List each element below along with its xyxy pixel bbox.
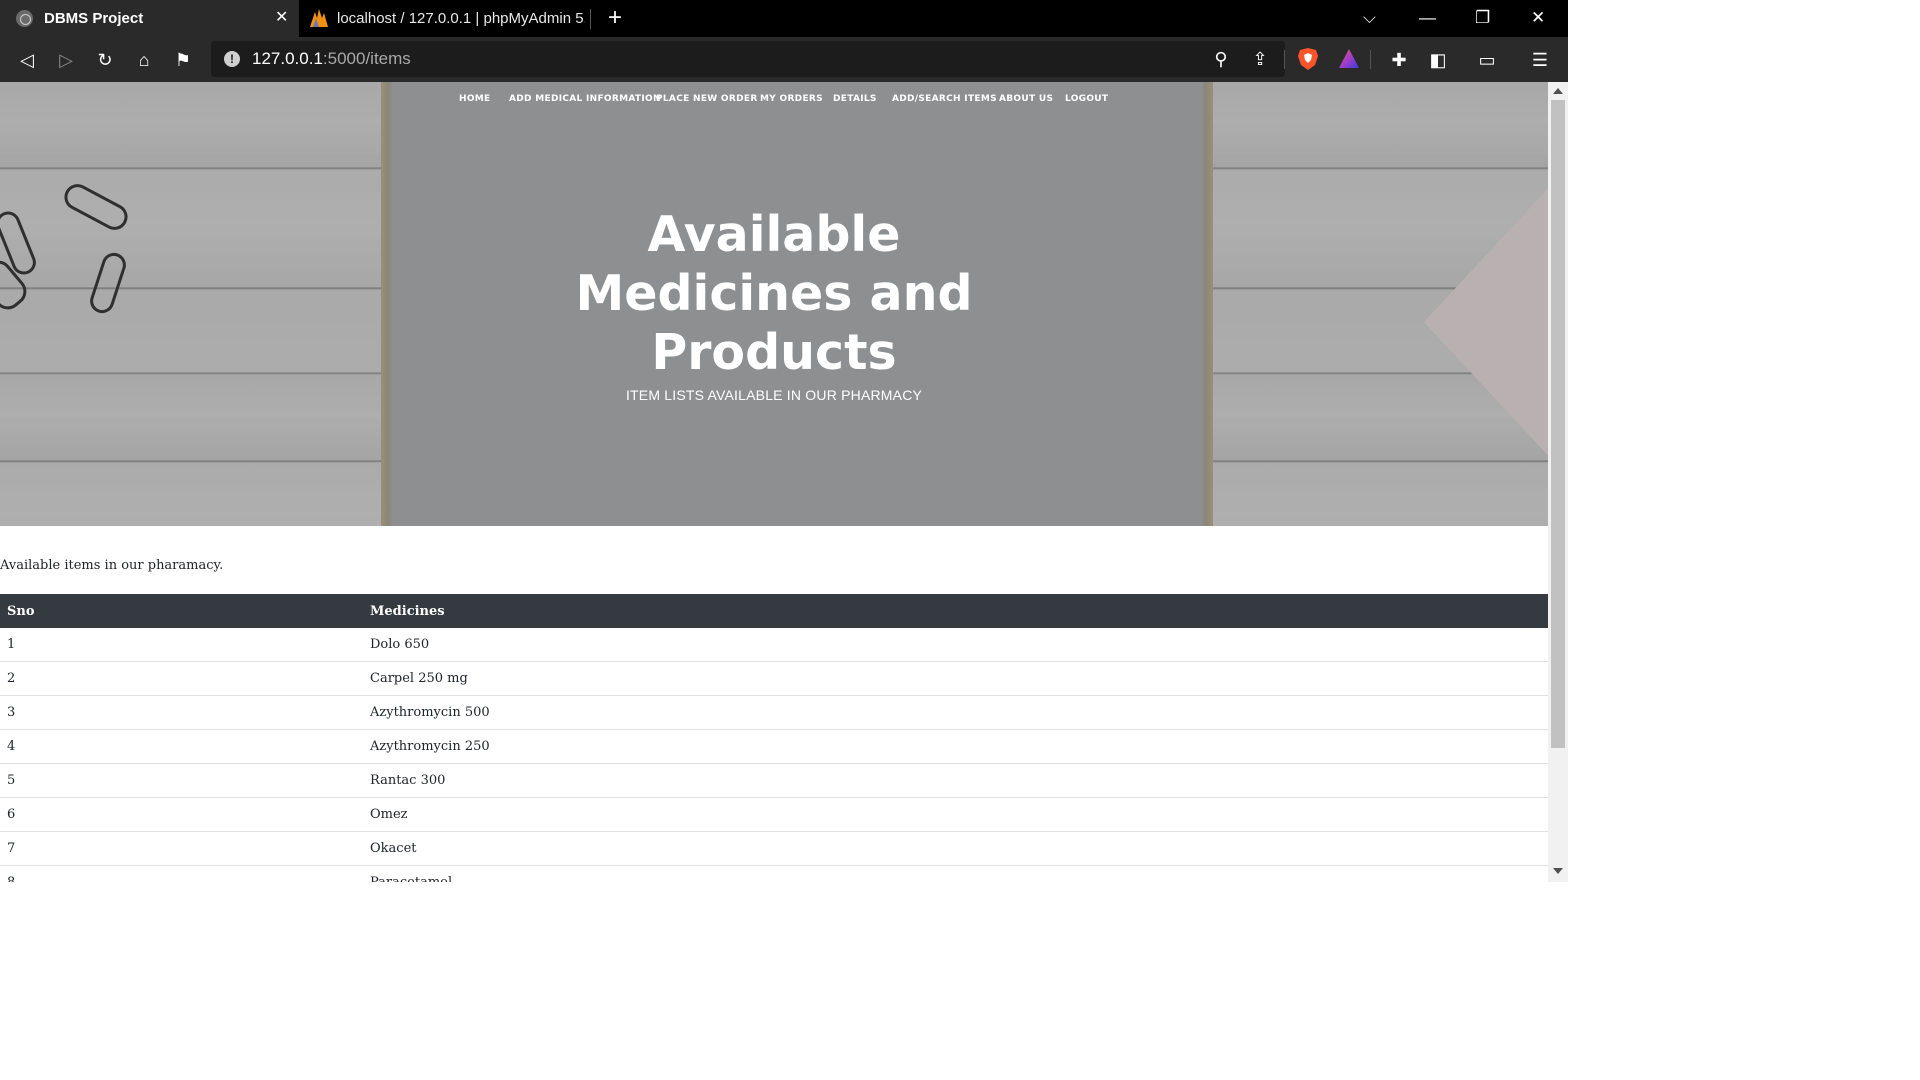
- tab-dbms-project[interactable]: DBMS Project ✕: [0, 0, 299, 37]
- table-row: 1 Dolo 650: [0, 628, 1548, 662]
- home-icon[interactable]: ⌂: [133, 49, 155, 71]
- url-text[interactable]: 127.0.0.1:5000/items: [252, 49, 411, 69]
- cell-medicine: Dolo 650: [370, 637, 430, 652]
- nav-my-orders[interactable]: MY ORDERS: [760, 94, 823, 104]
- phpmyadmin-icon: [310, 9, 328, 27]
- minimize-button[interactable]: —: [1419, 6, 1436, 30]
- close-window-button[interactable]: ✕: [1531, 6, 1545, 30]
- globe-icon: [16, 10, 33, 27]
- zoom-icon[interactable]: ⚲: [1210, 48, 1232, 70]
- column-header-medicines: Medicines: [370, 604, 445, 619]
- table-row: 8 Paracetamol: [0, 866, 1548, 882]
- column-header-sno: Sno: [7, 604, 35, 619]
- brave-rewards-icon[interactable]: [1338, 48, 1360, 70]
- wallet-icon[interactable]: ▭: [1476, 49, 1498, 71]
- nav-details[interactable]: DETAILS: [833, 94, 877, 104]
- address-bar[interactable]: ! 127.0.0.1:5000/items ⚲ ⇪: [211, 41, 1285, 77]
- share-icon[interactable]: ⇪: [1249, 48, 1271, 70]
- close-tab-icon[interactable]: ✕: [275, 10, 288, 26]
- brave-shields-icon[interactable]: [1297, 47, 1319, 71]
- page-subtitle: ITEM LISTS AVAILABLE IN OUR PHARMACY: [625, 387, 923, 403]
- page-viewport: HOME ADD MEDICAL INFORMATION PLACE NEW O…: [0, 82, 1548, 882]
- table-row: 2 Carpel 250 mg: [0, 662, 1548, 696]
- tab-title: localhost / 127.0.0.1 | phpMyAdmin 5.: [337, 10, 585, 27]
- nav-home[interactable]: HOME: [459, 94, 491, 104]
- cell-sno: 2: [7, 671, 16, 686]
- cell-medicine: Azythromycin 250: [370, 739, 490, 754]
- cell-medicine: Carpel 250 mg: [370, 671, 468, 686]
- cell-sno: 4: [7, 739, 16, 754]
- table-header: Sno Medicines: [0, 594, 1548, 628]
- forward-icon[interactable]: ▷: [55, 49, 77, 71]
- sidebar-icon[interactable]: ◧: [1427, 49, 1449, 71]
- cell-medicine: Paracetamol: [370, 875, 452, 882]
- tab-phpmyadmin[interactable]: localhost / 127.0.0.1 | phpMyAdmin 5.: [299, 0, 591, 37]
- tab-title: DBMS Project: [44, 10, 144, 27]
- pink-paper-shape: [1424, 182, 1548, 462]
- main-nav: HOME ADD MEDICAL INFORMATION PLACE NEW O…: [393, 94, 1201, 106]
- new-tab-button[interactable]: +: [608, 5, 622, 31]
- cell-medicine: Azythromycin 500: [370, 705, 490, 720]
- browser-tab-bar: DBMS Project ✕ localhost / 127.0.0.1 | p…: [0, 0, 1568, 37]
- table-row: 3 Azythromycin 500: [0, 696, 1548, 730]
- toolbar-divider: [1370, 50, 1371, 69]
- nav-add-medical-information[interactable]: ADD MEDICAL INFORMATION: [509, 94, 661, 104]
- browser-toolbar: ◁ ▷ ↻ ⌂ ⚑ ! 127.0.0.1:5000/items ⚲ ⇪ ✚ ◧…: [0, 37, 1568, 82]
- table-row: 5 Rantac 300: [0, 764, 1548, 798]
- cell-sno: 5: [7, 773, 16, 788]
- nav-about-us[interactable]: ABOUT US: [999, 94, 1053, 104]
- cell-sno: 1: [7, 637, 16, 652]
- reload-icon[interactable]: ↻: [94, 49, 116, 71]
- nav-logout[interactable]: LOGOUT: [1065, 94, 1108, 104]
- table-row: 4 Azythromycin 250: [0, 730, 1548, 764]
- cell-sno: 3: [7, 705, 16, 720]
- nav-place-new-order[interactable]: PLACE NEW ORDER: [656, 94, 758, 104]
- page-scrollbar[interactable]: [1548, 82, 1568, 882]
- hero-banner: HOME ADD MEDICAL INFORMATION PLACE NEW O…: [0, 82, 1548, 526]
- tab-search-chevron-icon[interactable]: ⌵: [1363, 6, 1376, 30]
- cell-medicine: Omez: [370, 807, 408, 822]
- bookmark-icon[interactable]: ⚑: [172, 49, 194, 71]
- scroll-down-icon[interactable]: [1553, 868, 1563, 874]
- site-info-icon[interactable]: !: [224, 51, 240, 67]
- cell-sno: 6: [7, 807, 16, 822]
- back-icon[interactable]: ◁: [16, 49, 38, 71]
- scroll-up-icon[interactable]: [1553, 88, 1563, 94]
- paper-edge: [1201, 82, 1213, 526]
- table-row: 7 Okacet: [0, 832, 1548, 866]
- extensions-icon[interactable]: ✚: [1388, 49, 1410, 71]
- toolbar-divider: [1284, 50, 1285, 69]
- cell-medicine: Okacet: [370, 841, 417, 856]
- cell-sno: 8: [7, 875, 15, 882]
- cell-sno: 7: [7, 841, 16, 856]
- intro-text: Available items in our pharamacy.: [0, 558, 224, 573]
- paper-edge: [381, 82, 393, 526]
- page-title: Available Medicines and Products: [575, 206, 973, 381]
- table-row: 6 Omez: [0, 798, 1548, 832]
- menu-icon[interactable]: ☰: [1529, 49, 1551, 71]
- tab-separator: [590, 9, 591, 29]
- nav-add-search-items[interactable]: ADD/SEARCH ITEMS: [892, 94, 997, 104]
- cell-medicine: Rantac 300: [370, 773, 446, 788]
- scroll-thumb[interactable]: [1551, 100, 1565, 748]
- restore-button[interactable]: ❐: [1475, 6, 1490, 30]
